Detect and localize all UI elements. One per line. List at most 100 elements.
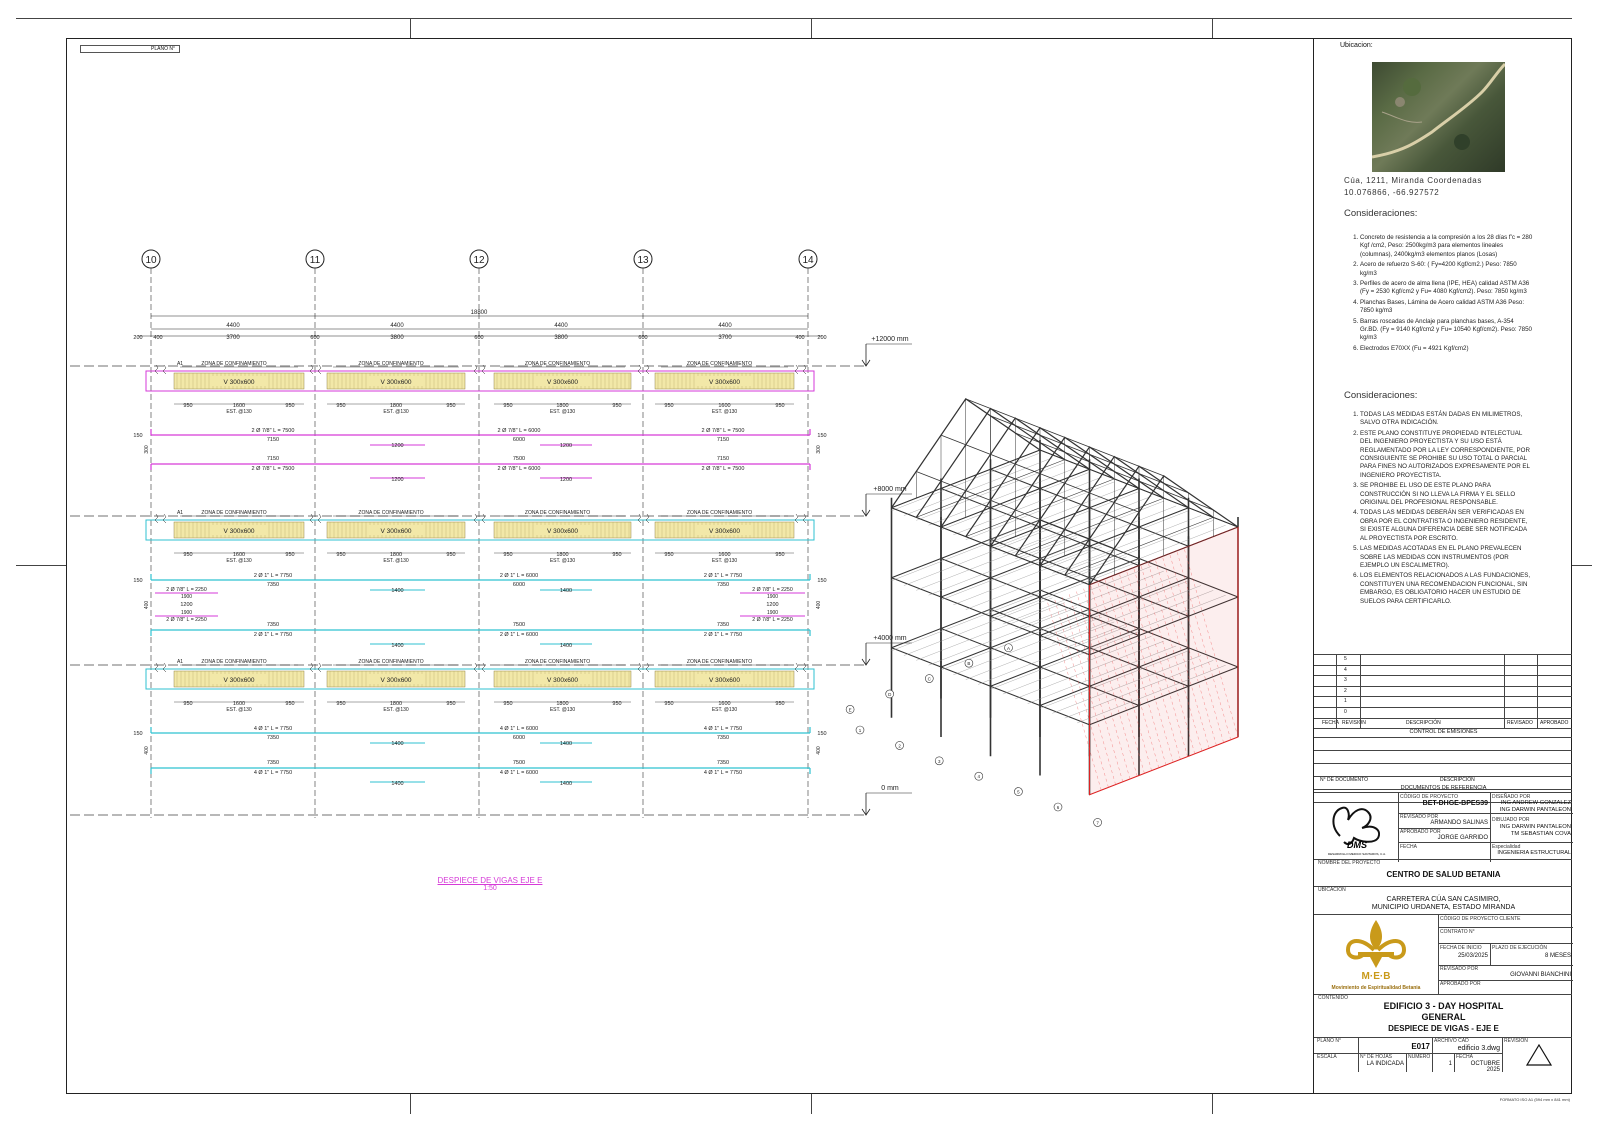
bars-l3-bot-label-1: 2 Ø 7/8" L = 6000 — [498, 466, 541, 472]
stirrup-dim-r-0-0: 950 — [285, 403, 294, 409]
stirrup-label-1-3: EST. @130 — [712, 558, 738, 564]
axis-label-14: 14 — [802, 255, 814, 266]
bars-l1-side-r: 400 — [816, 746, 822, 755]
col-break-1-1 — [309, 513, 322, 524]
iso-joist-0-1 — [903, 597, 1053, 656]
plazo-label: PLAZO DE EJECUCIÓN — [1492, 945, 1548, 951]
stirrup-dim-r-1-3: 950 — [775, 552, 784, 558]
bars-l2-side-l: 400 — [144, 601, 150, 610]
stirrup-dim-l-0-2: 950 — [503, 403, 512, 409]
dim-span-3: 4400 — [718, 323, 732, 329]
dms-logo: DMS DESARROLLO MEDICO SANTAROS, C.A. — [1320, 796, 1394, 858]
consideraciones-1-title: Consideraciones: — [1344, 208, 1418, 219]
dibujado-2: TM SEBASTIAN COVA — [1510, 831, 1571, 837]
note-2-3: SE PROHIBE EL USO DE ESTE PLANO PARA CON… — [1360, 482, 1534, 507]
bars-l1-lap-bot-txt-1: 1400 — [560, 781, 572, 787]
zone-label-0-1: ZONA DE CONFINAMIENTO — [358, 361, 423, 367]
dim-clear-3: 3700 — [718, 335, 732, 341]
stirrup-label-0-3: EST. @130 — [712, 409, 738, 415]
zone-label-1-3: ZONA DE CONFINAMIENTO — [687, 510, 752, 516]
beam-label-0-1: V 300x600 — [380, 379, 411, 386]
dibujado-label: DIBUJADO POR — [1492, 817, 1530, 823]
note-1-6: Electrodos E70XX (Fu = 4921 Kgf/cm2) — [1360, 345, 1534, 353]
rev-row-line-1 — [1314, 707, 1572, 708]
zone-label-0-0: ZONA DE CONFINAMIENTO — [201, 361, 266, 367]
stirrup-label-1-0: EST. @130 — [226, 558, 252, 564]
beam-label-1-3: V 300x600 — [709, 528, 740, 535]
bars-l1-150-l: 150 — [133, 731, 142, 737]
meb-divider2 — [1490, 943, 1491, 965]
beam-label-1-2: V 300x600 — [547, 528, 578, 535]
dim-clear-2: 3800 — [554, 335, 568, 341]
bars-l3-bot-len-2: 7150 — [717, 456, 729, 462]
dim-clear-0: 3700 — [226, 335, 240, 341]
aprobado2-label: APROBADO POR — [1440, 981, 1481, 987]
iso-bubble-let-txt-1: B — [967, 661, 970, 666]
bars-l1-lap-top-txt-1: 1400 — [560, 741, 572, 747]
disenado-1: ING ANDREW GONZALEZ — [1500, 800, 1571, 806]
zone-label-2-1: ZONA DE CONFINAMIENTO — [358, 659, 423, 665]
stirrup-label-2-2: EST. @130 — [550, 707, 576, 713]
docs-ref-line — [1314, 792, 1572, 793]
bars-l1-top-label-1: 4 Ø 1" L = 6000 — [500, 726, 538, 732]
bars-l2-150-l: 150 — [133, 578, 142, 584]
iso-joist-2-11 — [1027, 505, 1177, 564]
col-break-1-4 — [794, 513, 807, 524]
bars-l1-top-len-2: 7350 — [717, 735, 729, 741]
dim-edge-3: 600 — [474, 335, 483, 341]
stirrup-dim-l-1-1: 950 — [336, 552, 345, 558]
stirrup-label-0-2: EST. @130 — [550, 409, 576, 415]
dim-span-2: 4400 — [554, 323, 568, 329]
rev-row-line-0 — [1314, 717, 1572, 719]
drawing-scale: 1:50 — [483, 885, 497, 892]
archivo: edificio 3.dwg — [1457, 1045, 1500, 1052]
dim-span-0: 4400 — [226, 323, 240, 329]
rev-row-5: 5 — [1344, 656, 1347, 662]
beam-label-0-0: V 300x600 — [223, 379, 254, 386]
stirrup-dim-r-2-1: 950 — [446, 701, 455, 707]
zone-label-1-0: ZONA DE CONFINAMIENTO — [201, 510, 266, 516]
stirrup-dim-r-2-3: 950 — [775, 701, 784, 707]
stirrup-dim-l-1-0: 950 — [183, 552, 192, 558]
stirrup-dim-r-1-0: 950 — [285, 552, 294, 558]
bars-l3-bot-len-1: 7500 — [513, 456, 525, 462]
stirrup-dim-r-0-2: 950 — [612, 403, 621, 409]
rev-col-line-1 — [1360, 654, 1361, 728]
bars-l3-top-len-2: 7150 — [717, 437, 729, 443]
formato-label: FORMATO ISO A1 (594 mm x 841 mm) — [1499, 1097, 1570, 1102]
meb-divider — [1438, 914, 1439, 994]
bars-l2-bot-label-1: 2 Ø 1" L = 6000 — [500, 632, 538, 638]
bars-l3-bot-len-0: 7150 — [267, 456, 279, 462]
rev-col-line-3 — [1537, 654, 1538, 728]
note-2-1: TODAS LAS MEDIDAS ESTÁN DADAS EN MILIMET… — [1360, 411, 1534, 428]
bars-l1-bot-label-0: 4 Ø 1" L = 7750 — [254, 770, 292, 776]
col-break-2-1 — [309, 662, 322, 673]
beam-label-1-1: V 300x600 — [380, 528, 411, 535]
dim-edge-5: 400 — [795, 335, 804, 341]
iso-bubble-let-txt-0: A — [1007, 646, 1010, 651]
revision-triangle-icon — [1525, 1043, 1553, 1066]
iso-joist-2-5 — [953, 476, 1102, 535]
iso-joist-0-3 — [928, 607, 1078, 666]
col-break-2-4 — [794, 662, 807, 673]
dim-clear-1: 3800 — [390, 335, 404, 341]
bars-l1-bot-len-0: 7350 — [267, 760, 279, 766]
bars-l3-lap-top-txt-1: 1200 — [560, 443, 572, 449]
rev-table-top — [1314, 654, 1572, 655]
bars-l2-side-r: 400 — [816, 601, 822, 610]
bars-l2-top-label-1: 2 Ø 1" L = 6000 — [500, 573, 538, 579]
plazo: 8 MESES — [1544, 953, 1571, 959]
col-break-2-0 — [154, 662, 167, 673]
bars-l2-top-len-2: 7350 — [717, 582, 729, 588]
iso-joist-2-9 — [1002, 496, 1152, 555]
stirrup-dim-r-0-3: 950 — [775, 403, 784, 409]
control-emisiones: CONTROL DE EMISIONES — [1409, 729, 1478, 735]
contenido-1: EDIFICIO 3 - DAY HOSPITAL — [1383, 1001, 1504, 1011]
short-right-lap: 1200 — [766, 602, 778, 608]
beam-marker-1: A1 — [177, 510, 183, 516]
iso-bubble-let-txt-4: E — [849, 707, 852, 712]
rev-headers: FECHA REVISIÓN DESCRIPCIÓN REVISADO APRO… — [1314, 718, 1573, 728]
ubicacion2-1: CARRETERA CÚA SAN CASIMIRO, — [1386, 896, 1501, 903]
bars-l2-bot-len-0: 7350 — [267, 622, 279, 628]
blank-line2 — [1314, 763, 1572, 764]
